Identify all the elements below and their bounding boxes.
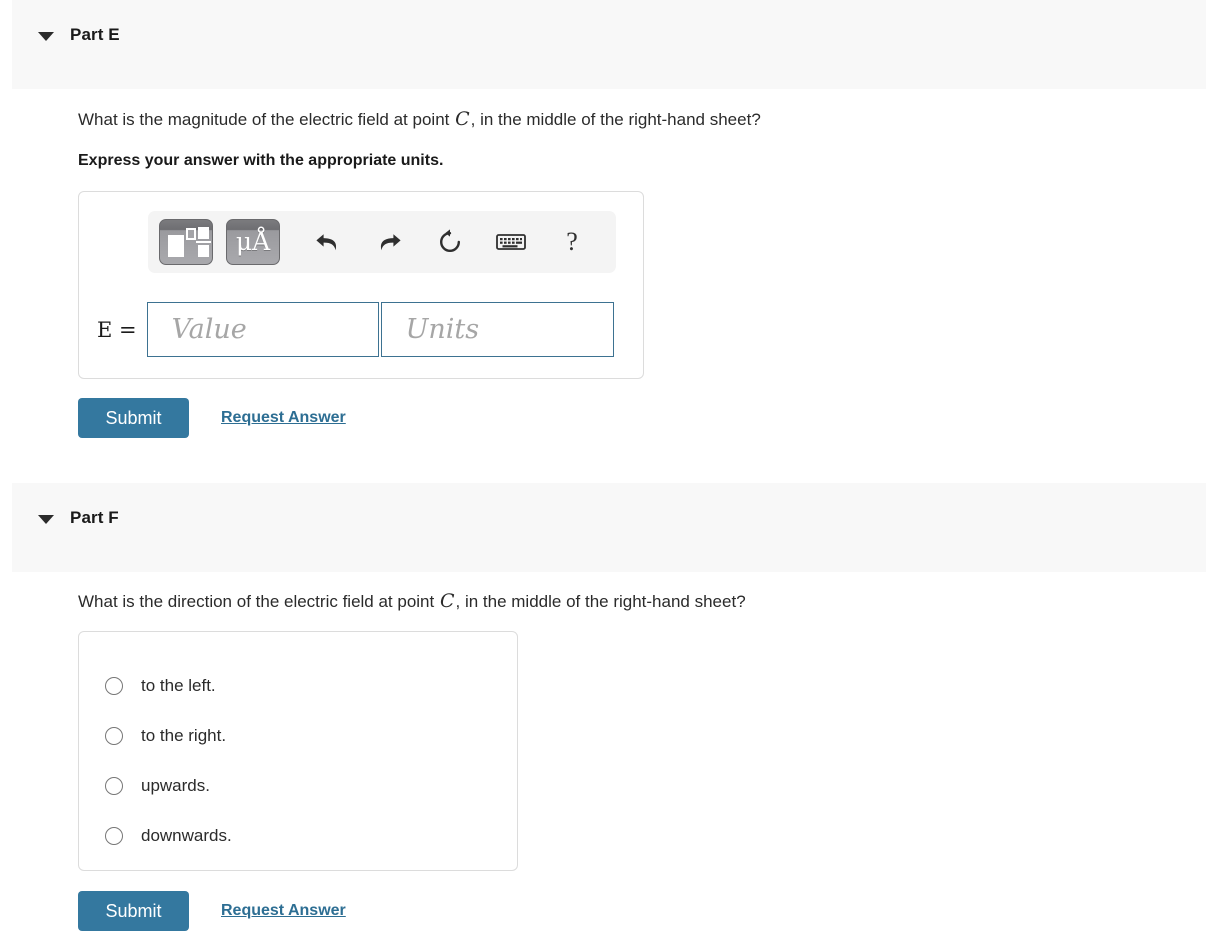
part-e-submit-button[interactable]: Submit <box>78 398 189 438</box>
keyboard-icon[interactable] <box>488 220 534 264</box>
help-icon[interactable]: ? <box>549 220 595 264</box>
caret-down-icon[interactable] <box>34 24 58 48</box>
option-row-to-the-right[interactable]: to the right. <box>79 711 517 761</box>
part-e-question: What is the magnitude of the electric fi… <box>78 107 761 132</box>
part-f-submit-button[interactable]: Submit <box>78 891 189 931</box>
part-e-title: Part E <box>70 25 120 44</box>
question-text-after: , in the middle of the right-hand sheet? <box>455 592 746 611</box>
part-e-instruction: Express your answer with the appropriate… <box>78 152 444 169</box>
radio-icon[interactable] <box>105 677 123 695</box>
option-row-downwards[interactable]: downwards. <box>79 811 517 861</box>
template-icon-box-large <box>168 235 184 257</box>
radio-icon[interactable] <box>105 777 123 795</box>
undo-icon[interactable] <box>305 220 351 264</box>
part-e-request-answer-link[interactable]: Request Answer <box>221 409 346 427</box>
option-row-to-the-left[interactable]: to the left. <box>79 661 517 711</box>
template-icon-fraction-numerator <box>198 227 209 239</box>
caret-down-icon[interactable] <box>34 507 58 531</box>
question-text-before: What is the magnitude of the electric fi… <box>78 110 455 129</box>
part-f-actions: Submit Request Answer <box>78 891 346 931</box>
template-icon[interactable] <box>159 219 213 265</box>
option-row-upwards[interactable]: upwards. <box>79 761 517 811</box>
radio-icon[interactable] <box>105 827 123 845</box>
units-icon[interactable]: μÅ <box>226 219 280 265</box>
option-label: upwards. <box>141 776 210 795</box>
part-f-request-answer-link[interactable]: Request Answer <box>221 902 346 920</box>
option-label: downwards. <box>141 826 232 845</box>
part-e-answer-box: μÅ ? E = Value Units <box>78 191 644 379</box>
question-text-before: What is the direction of the electric fi… <box>78 592 439 611</box>
part-e-header[interactable]: Part E <box>12 0 1206 89</box>
part-f-header[interactable]: Part F <box>12 483 1206 572</box>
reset-icon[interactable] <box>427 220 473 264</box>
math-editor-toolbar: μÅ ? <box>148 211 616 273</box>
radio-icon[interactable] <box>105 727 123 745</box>
equation-row: E = Value Units <box>97 302 614 357</box>
value-input[interactable]: Value <box>146 302 379 357</box>
math-variable-c: C <box>439 590 455 612</box>
option-label: to the right. <box>141 726 227 745</box>
option-label: to the left. <box>141 676 216 695</box>
math-variable-c: C <box>455 108 470 130</box>
question-text-after: , in the middle of the right-hand sheet? <box>470 110 761 129</box>
template-icon-box-small <box>186 228 196 240</box>
redo-icon[interactable] <box>366 220 412 264</box>
part-f-title: Part F <box>70 508 119 527</box>
units-icon-label: μÅ <box>235 226 271 256</box>
part-e-actions: Submit Request Answer <box>78 398 346 438</box>
part-f-question: What is the direction of the electric fi… <box>78 589 746 614</box>
template-icon-fraction-bar <box>196 241 211 243</box>
units-input[interactable]: Units <box>380 302 614 357</box>
part-f-options-group: to the left. to the right. upwards. down… <box>78 631 518 871</box>
equation-label: E = <box>97 317 137 342</box>
template-icon-fraction-denominator <box>198 245 209 257</box>
